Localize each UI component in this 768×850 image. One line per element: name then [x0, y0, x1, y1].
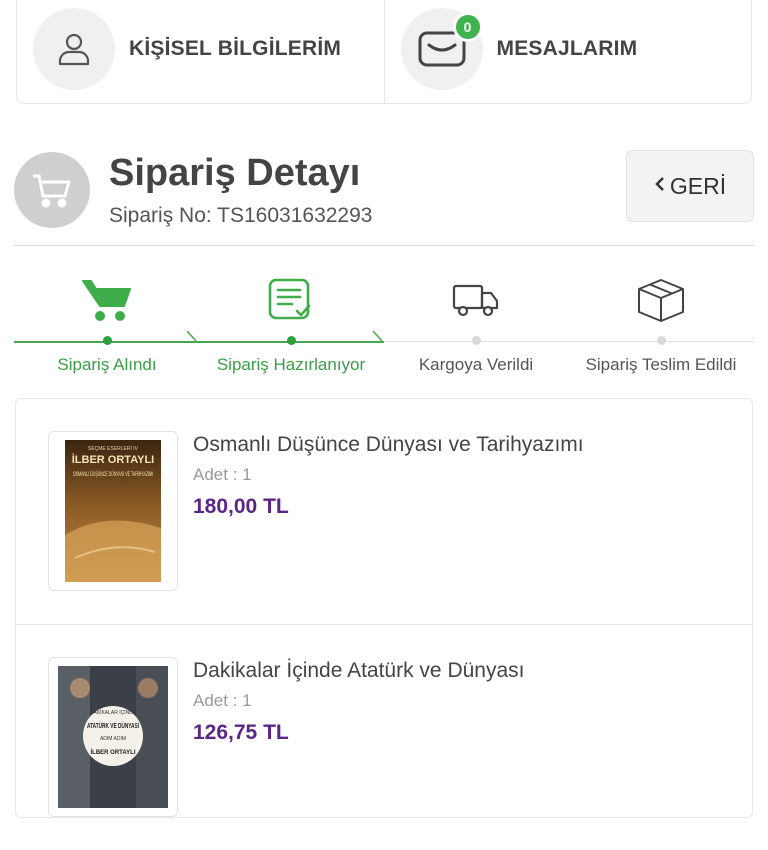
product-image[interactable]: SEÇME ESERLERİ IV İLBER ORTAYLI OSMANLI … — [48, 431, 178, 591]
list-item[interactable]: SEÇME ESERLERİ IV İLBER ORTAYLI OSMANLI … — [16, 399, 752, 624]
back-button[interactable]: GERİ — [626, 150, 754, 222]
cover-series: DAKİKALAR İÇİNDE — [90, 709, 137, 716]
order-items: SEÇME ESERLERİ IV İLBER ORTAYLI OSMANLI … — [15, 398, 753, 818]
product-image[interactable]: DAKİKALAR İÇİNDE ATATÜRK VE DÜNYASI ADIM… — [48, 657, 178, 817]
messages-count-badge: 0 — [452, 12, 483, 42]
product-name[interactable]: Dakikalar İçinde Atatürk ve Dünyası — [193, 659, 525, 683]
step-label: Sipariş Alındı — [57, 355, 157, 374]
step-order-preparing: Sipariş Hazırlanıyor — [196, 270, 386, 375]
user-icon — [33, 8, 115, 90]
cart-icon — [14, 152, 90, 228]
step-dot — [286, 336, 296, 345]
step-delivered: Sipariş Teslim Edildi — [566, 270, 756, 375]
step-dot — [102, 336, 112, 345]
order-header: Sipariş Detayı Sipariş No: TS16031632293… — [14, 150, 754, 246]
step-dot — [471, 336, 481, 345]
product-price: 180,00 TL — [193, 495, 289, 518]
product-price: 126,75 TL — [193, 721, 289, 744]
cover-title: ATATÜRK VE DÜNYASI — [87, 721, 139, 730]
page-title: Sipariş Detayı — [109, 152, 361, 194]
personal-info-card[interactable]: KİŞİSEL BİLGİLERİM — [17, 0, 384, 103]
box-icon — [566, 270, 756, 330]
step-dot — [656, 336, 666, 345]
message-icon: 0 — [400, 8, 483, 90]
cover-subtitle: ADIM ADIM — [100, 736, 126, 742]
order-number: Sipariş No: TS16031632293 — [109, 204, 373, 227]
step-order-received: Sipariş Alındı — [12, 270, 202, 375]
messages-card[interactable]: 0 MESAJLARIM — [383, 0, 752, 103]
cart-icon — [12, 270, 202, 330]
step-label: Kargoya Verildi — [418, 355, 534, 374]
cover-title: OSMANLI DÜŞÜNCE DÜNYASI VE TARİHYAZIMI — [73, 471, 153, 478]
step-shipped: Kargoya Verildi — [381, 270, 571, 375]
list-item[interactable]: DAKİKALAR İÇİNDE ATATÜRK VE DÜNYASI ADIM… — [16, 624, 752, 850]
back-label: GERİ — [669, 172, 727, 199]
chevron-left-icon — [654, 172, 666, 198]
product-quantity: Adet : 1 — [193, 691, 252, 710]
product-quantity: Adet : 1 — [193, 465, 252, 484]
order-progress: Sipariş Alındı Sipariş Hazırlanıyor Karg… — [0, 270, 768, 380]
personal-info-label: KİŞİSEL BİLGİLERİM — [129, 37, 342, 60]
checklist-icon — [196, 270, 386, 330]
cover-author: İLBER ORTAYLI — [72, 453, 155, 466]
truck-icon — [381, 270, 571, 330]
cover-series: SEÇME ESERLERİ IV — [88, 445, 139, 452]
messages-label: MESAJLARIM — [496, 37, 638, 60]
cover-author: İLBER ORTAYLI — [90, 749, 135, 756]
step-label: Sipariş Hazırlanıyor — [216, 355, 366, 374]
product-name[interactable]: Osmanlı Düşünce Dünyası ve Tarihyazımı — [193, 433, 584, 457]
step-label: Sipariş Teslim Edildi — [585, 355, 737, 374]
divider — [14, 245, 754, 246]
account-shortcuts: KİŞİSEL BİLGİLERİM 0 MESAJLARIM — [16, 0, 752, 104]
